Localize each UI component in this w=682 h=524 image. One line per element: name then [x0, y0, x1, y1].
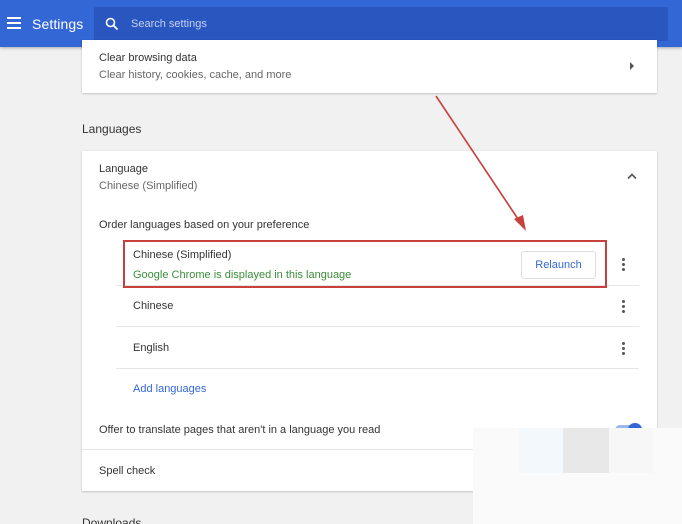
spell-check-label[interactable]: Spell check [99, 465, 155, 477]
search-input[interactable] [131, 7, 651, 41]
more-options-icon[interactable] [622, 258, 626, 272]
add-languages-link[interactable]: Add languages [133, 383, 206, 395]
language-label: Language [99, 163, 148, 175]
app-title: Settings [32, 16, 84, 32]
order-languages-label: Order languages based on your preference [99, 219, 310, 231]
more-options-icon[interactable] [622, 300, 626, 314]
hamburger-menu-icon[interactable] [7, 17, 21, 29]
language-item-chinese: Chinese [133, 300, 174, 312]
arrow-right-icon [630, 62, 634, 70]
clear-browsing-title: Clear browsing data [99, 52, 197, 64]
languages-heading: Languages [82, 122, 142, 136]
clear-browsing-data-row[interactable]: Clear browsing data Clear history, cooki… [82, 40, 657, 93]
translate-offer-label: Offer to translate pages that aren't in … [99, 424, 381, 436]
downloads-heading: Downloads [82, 516, 142, 524]
chevron-up-icon[interactable] [626, 172, 638, 180]
language-value: Chinese (Simplified) [99, 180, 198, 192]
search-box[interactable] [94, 7, 668, 41]
search-icon [105, 17, 119, 31]
more-options-icon[interactable] [622, 342, 626, 356]
language-item-english: English [133, 342, 170, 354]
annotation-highlight-box [123, 240, 607, 288]
clear-browsing-subtitle: Clear history, cookies, cache, and more [99, 69, 292, 81]
